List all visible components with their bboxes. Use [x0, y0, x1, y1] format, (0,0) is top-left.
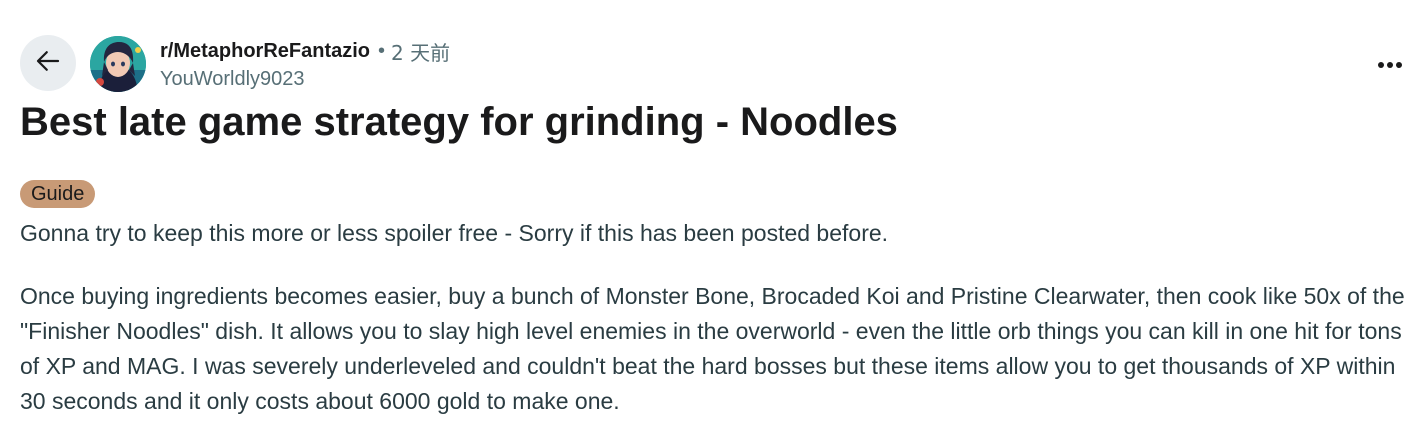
back-button[interactable]	[20, 35, 76, 91]
author-link[interactable]: YouWorldly9023	[160, 68, 450, 91]
post-flair[interactable]: Guide	[20, 180, 96, 208]
post-body: Gonna try to keep this more or less spoi…	[20, 216, 1405, 419]
post-paragraph: Once buying ingredients becomes easier, …	[20, 283, 1405, 414]
subreddit-avatar[interactable]	[90, 36, 146, 92]
overflow-menu-button[interactable]	[1370, 45, 1410, 85]
arrow-left-icon	[33, 46, 63, 81]
post-time: 2 天前	[391, 40, 451, 65]
post-title: Best late game strategy for grinding - N…	[20, 100, 898, 144]
post-paragraph: Gonna try to keep this more or less spoi…	[20, 220, 889, 246]
post-page: r/MetaphorReFantazio • 2 天前 YouWorldly90…	[0, 0, 1425, 432]
more-horizontal-icon	[1377, 56, 1403, 74]
subreddit-link[interactable]: r/MetaphorReFantazio	[160, 40, 370, 63]
post-meta: r/MetaphorReFantazio • 2 天前 YouWorldly90…	[160, 38, 450, 91]
post-header: r/MetaphorReFantazio • 2 天前 YouWorldly90…	[20, 35, 1410, 93]
meta-separator: •	[378, 39, 386, 62]
